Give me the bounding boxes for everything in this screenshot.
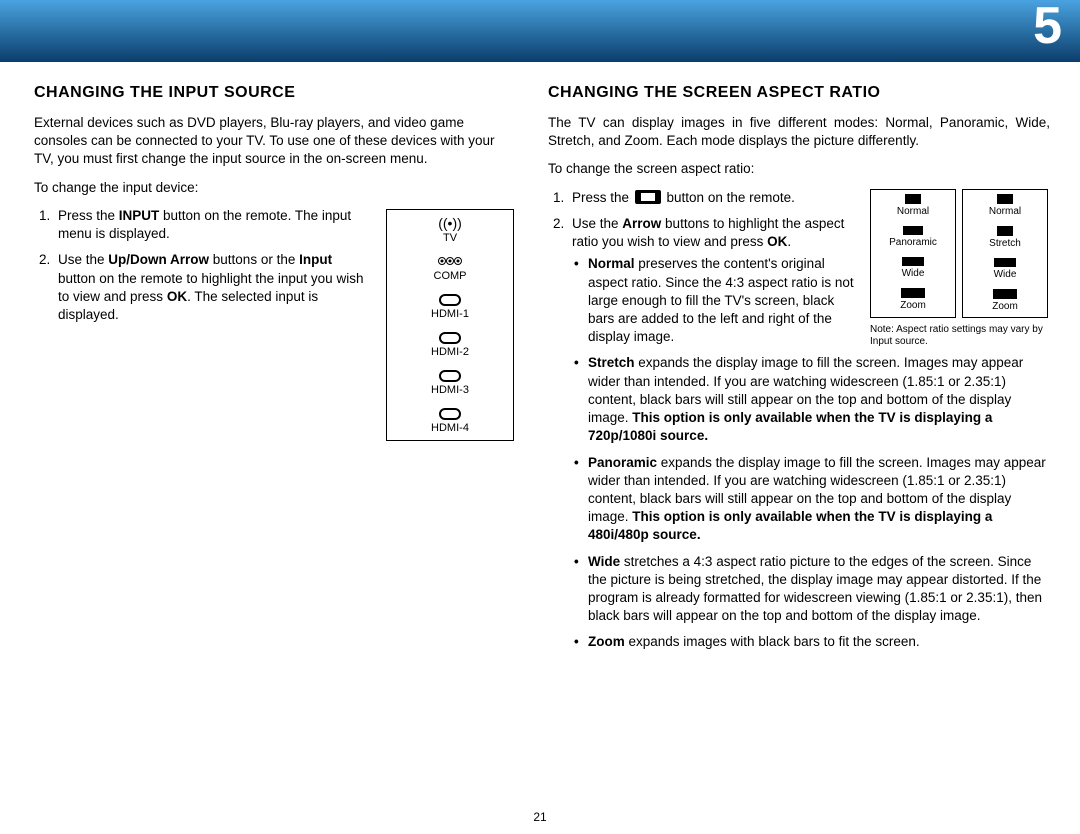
input-row-hdmi1: HDMI-1 <box>387 288 513 326</box>
bullet-normal: Normal preserves the content's original … <box>572 255 1050 346</box>
label: Stretch <box>989 238 1021 249</box>
text: Use the <box>58 252 108 267</box>
label: Normal <box>989 206 1021 217</box>
bullet-panoramic: Panoramic expands the display image to f… <box>572 454 1050 545</box>
component-icon <box>387 256 513 268</box>
aspect-panoramic: Panoramic <box>871 222 955 253</box>
rect-icon <box>997 226 1013 236</box>
label: HDMI-3 <box>431 384 469 396</box>
bullet-zoom: Zoom expands images with black bars to f… <box>572 633 1050 651</box>
left-step-1: Press the INPUT button on the remote. Th… <box>54 207 370 243</box>
bold: Panoramic <box>588 455 657 470</box>
aspect-bullets: Normal preserves the content's original … <box>572 255 1050 651</box>
bold: Up/Down Arrow <box>108 252 209 267</box>
content-area: CHANGING THE INPUT SOURCE External devic… <box>0 62 1080 662</box>
rect-icon <box>905 194 921 204</box>
left-step-2: Use the Up/Down Arrow buttons or the Inp… <box>54 251 370 324</box>
label: HDMI-2 <box>431 346 469 358</box>
wide-button-icon <box>635 190 661 204</box>
text: buttons or the <box>209 252 299 267</box>
label: Panoramic <box>889 237 937 248</box>
text: expands images with black bars to fit th… <box>625 634 920 649</box>
right-column: CHANGING THE SCREEN ASPECT RATIO The TV … <box>548 84 1050 662</box>
left-body: Press the INPUT button on the remote. Th… <box>34 207 514 441</box>
input-row-hdmi3: HDMI-3 <box>387 364 513 402</box>
text: stretches a 4:3 aspect ratio picture to … <box>588 554 1042 624</box>
input-menu-diagram: ((•)) TV COMP HDMI-1 HDMI-2 HDMI-3 HDMI-4 <box>386 209 514 441</box>
left-steps: Press the INPUT button on the remote. Th… <box>34 207 370 334</box>
hdmi-icon <box>439 294 461 306</box>
bold: Arrow <box>622 216 661 231</box>
left-column: CHANGING THE INPUT SOURCE External devic… <box>34 84 514 662</box>
aspect-normal: Normal <box>871 190 955 222</box>
ordered-list-right: Press the button on the remote. Use the … <box>548 189 1050 652</box>
chapter-number: 5 <box>1033 0 1062 56</box>
right-step-2: Use the Arrow buttons to highlight the a… <box>568 215 1050 652</box>
text: Use the <box>572 216 622 231</box>
bold: OK <box>167 289 187 304</box>
intro-right: The TV can display images in five differ… <box>548 114 1050 150</box>
right-steps-wrap: Normal Panoramic Wide Zoom Normal Stretc… <box>548 189 1050 652</box>
input-row-comp: COMP <box>387 250 513 288</box>
heading-aspect-ratio: CHANGING THE SCREEN ASPECT RATIO <box>548 84 1050 102</box>
page-number: 21 <box>0 810 1080 824</box>
bold: This option is only available when the T… <box>588 509 992 542</box>
hdmi-icon <box>439 332 461 344</box>
aspect-normal: Normal <box>963 190 1047 222</box>
heading-input-source: CHANGING THE INPUT SOURCE <box>34 84 514 102</box>
bold: Input <box>299 252 332 267</box>
bullet-stretch: Stretch expands the display image to fil… <box>572 354 1050 445</box>
bold: Zoom <box>588 634 625 649</box>
bold: INPUT <box>119 208 160 223</box>
text: . <box>787 234 791 249</box>
hdmi-icon <box>439 408 461 420</box>
bold: This option is only available when the T… <box>588 410 992 443</box>
ordered-list-left: Press the INPUT button on the remote. Th… <box>34 207 370 324</box>
header-banner: 5 <box>0 0 1080 62</box>
intro-left: External devices such as DVD players, Bl… <box>34 114 514 169</box>
lead-left: To change the input device: <box>34 179 514 197</box>
text: Press the <box>572 190 633 205</box>
input-row-hdmi2: HDMI-2 <box>387 326 513 364</box>
text: Press the <box>58 208 119 223</box>
bold: OK <box>767 234 787 249</box>
text: button on the remote. <box>663 190 795 205</box>
label: HDMI-1 <box>431 308 469 320</box>
label: TV <box>443 232 457 244</box>
bullet-wide: Wide stretches a 4:3 aspect ratio pictur… <box>572 553 1050 626</box>
antenna-icon: ((•)) <box>387 216 513 230</box>
rect-icon <box>903 226 923 235</box>
label: COMP <box>434 270 467 282</box>
bold: Normal <box>588 256 635 271</box>
input-row-tv: ((•)) TV <box>387 210 513 250</box>
bold: Stretch <box>588 355 635 370</box>
rect-icon <box>997 194 1013 204</box>
lead-right: To change the screen aspect ratio: <box>548 160 1050 178</box>
manual-page: 5 CHANGING THE INPUT SOURCE External dev… <box>0 0 1080 834</box>
input-row-hdmi4: HDMI-4 <box>387 402 513 440</box>
aspect-stretch: Stretch <box>963 222 1047 254</box>
bold: Wide <box>588 554 620 569</box>
label: Normal <box>897 206 929 217</box>
hdmi-icon <box>439 370 461 382</box>
label: HDMI-4 <box>431 422 469 434</box>
